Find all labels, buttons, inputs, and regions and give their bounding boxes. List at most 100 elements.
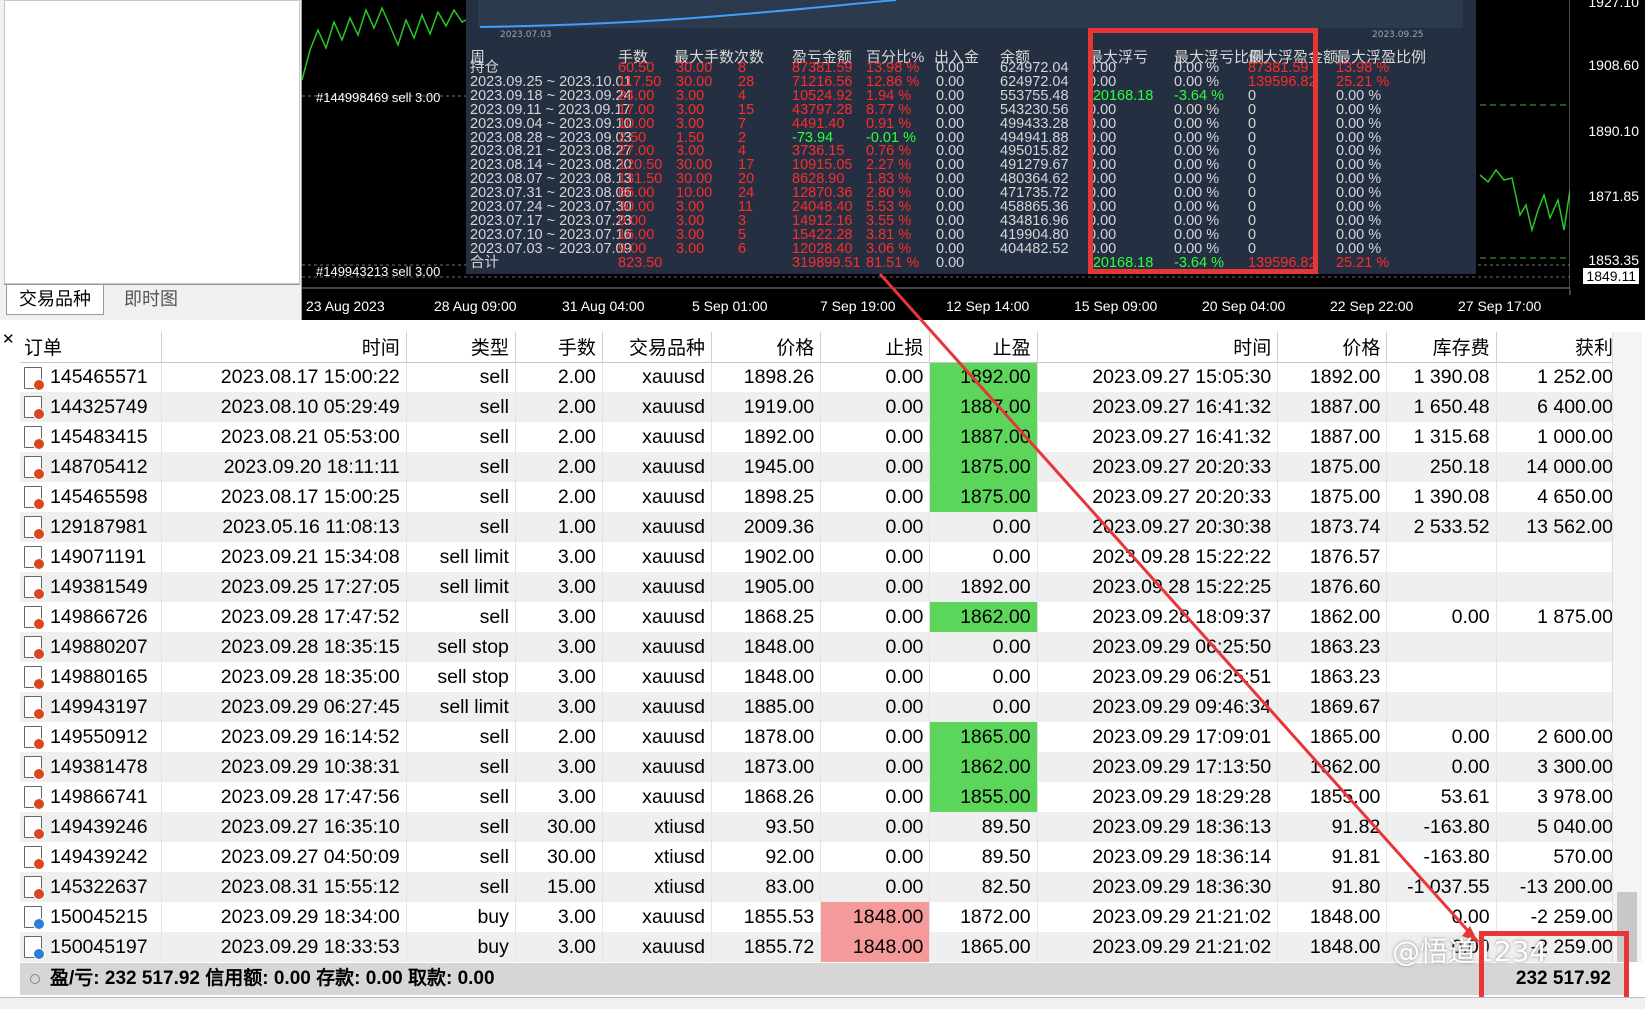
table-row[interactable]: 149381549 2023.09.25 17:27:05 sell limit 3.… [20, 572, 1621, 602]
table-row[interactable]: 150045215 2023.09.29 18:34:00 buy 3.00 xauus… [20, 902, 1621, 932]
col-close-price[interactable]: 价格 [1277, 332, 1388, 363]
order-icon [24, 396, 45, 421]
col-take-profit[interactable]: 止盈 [929, 332, 1038, 363]
order-number: 149381478 [50, 755, 148, 778]
table-row[interactable]: 149866726 2023.09.28 17:47:52 sell 3.00 xauu… [20, 602, 1621, 632]
table-row[interactable]: 129187981 2023.05.16 11:08:13 sell 1.00 xauu… [20, 512, 1621, 542]
type-cell: sell [406, 362, 516, 392]
date-label: 5 Sep 01:00 [692, 298, 768, 314]
table-row[interactable]: 145483415 2023.08.21 05:53:00 sell 2.00 xauu… [20, 422, 1621, 452]
stats-col-max-float-profit-pct: 13.98 % 25.21 % 0.00 % 0.00 % 0.00 % 0.00 % 0.… [1336, 61, 1389, 271]
lots-cell: 30.00 [515, 842, 603, 872]
col-symbol[interactable]: 交易品种 [602, 332, 713, 363]
open-price-cell: 1878.00 [711, 722, 822, 752]
symbol-cell: xtiusd [602, 812, 713, 842]
order-number: 150045197 [50, 935, 148, 958]
open-price-cell: 1855.72 [711, 932, 822, 962]
type-cell: sell [406, 722, 516, 752]
col-lots[interactable]: 手数 [515, 332, 603, 363]
order-number: 149550912 [50, 725, 148, 748]
lots-cell: 3.00 [515, 602, 603, 632]
table-row[interactable]: 148705412 2023.09.20 18:11:11 sell 2.00 xauu… [20, 452, 1621, 482]
symbol-cell: xauusd [602, 932, 713, 962]
table-row[interactable]: 150045197 2023.09.29 18:33:53 buy 3.00 xauus… [20, 932, 1621, 962]
swap-cell: 0.00 [1386, 722, 1497, 752]
open-time-cell: 2023.09.29 10:38:31 [161, 752, 407, 782]
lots-cell: 2.00 [515, 422, 603, 452]
table-row[interactable]: 149866741 2023.09.28 17:47:56 sell 3.00 xauu… [20, 782, 1621, 812]
stop-loss-cell: 0.00 [820, 512, 931, 542]
order-number: 148705412 [50, 455, 148, 478]
table-row[interactable]: 145322637 2023.08.31 15:55:12 sell 15.00 xti… [20, 872, 1621, 902]
table-row[interactable]: 145465598 2023.08.17 15:00:25 sell 2.00 xauu… [20, 482, 1621, 512]
open-price-cell: 93.50 [711, 812, 822, 842]
stats-col-week: 持仓 2023.09.25 ~ 2023.10.01 2023.09.18 ~ 20… [470, 61, 632, 271]
table-row[interactable]: 149880165 2023.09.28 18:35:00 sell stop 3.0… [20, 662, 1621, 692]
table-row[interactable]: 149943197 2023.09.29 06:27:45 sell limit 3.… [20, 692, 1621, 722]
tab-tick-chart[interactable]: 即时图 [112, 285, 190, 315]
table-row[interactable]: 149071191 2023.09.21 15:34:08 sell limit 3.… [20, 542, 1621, 572]
close-time-cell: 2023.09.29 06:25:50 [1037, 632, 1279, 662]
profit-cell: -2 259.00 [1496, 902, 1621, 932]
close-price-cell: 1873.74 [1277, 512, 1388, 542]
take-profit-cell: 0.00 [929, 662, 1038, 692]
open-price-cell: 1848.00 [711, 632, 822, 662]
inner-date-start: 2023.07.03 [500, 30, 552, 40]
close-icon[interactable]: ✕ [2, 330, 15, 348]
col-open-time[interactable]: 时间 [161, 332, 407, 363]
col-profit[interactable]: 获利 [1496, 332, 1621, 363]
profit-cell [1496, 632, 1621, 662]
stop-loss-cell: 0.00 [820, 572, 931, 602]
type-cell: sell [406, 842, 516, 872]
symbol-cell: xauusd [602, 482, 713, 512]
stop-loss-cell: 0.00 [820, 482, 931, 512]
table-row[interactable]: 149381478 2023.09.29 10:38:31 sell 3.00 xauu… [20, 752, 1621, 782]
col-order[interactable]: 订单 [20, 332, 163, 363]
tab-symbols[interactable]: 交易品种 [6, 285, 104, 315]
close-price-cell: 1887.00 [1277, 422, 1388, 452]
type-cell: sell [406, 812, 516, 842]
stop-loss-cell: 0.00 [820, 872, 931, 902]
order-cell: 149439246 [20, 812, 163, 842]
table-row[interactable]: 149439242 2023.09.27 04:50:09 sell 30.00 xti… [20, 842, 1621, 872]
table-row[interactable]: 149439246 2023.09.27 16:35:10 sell 30.00 xti… [20, 812, 1621, 842]
close-time-cell: 2023.09.29 21:21:02 [1037, 902, 1279, 932]
col-type[interactable]: 类型 [406, 332, 516, 363]
vertical-scrollbar[interactable] [1612, 332, 1642, 962]
order-cell: 150045215 [20, 902, 163, 932]
table-row[interactable]: 145465571 2023.08.17 15:00:22 sell 2.00 xauu… [20, 362, 1621, 392]
table-row[interactable]: 149880207 2023.09.28 18:35:15 sell stop 3.0… [20, 632, 1621, 662]
table-header-row: 订单 时间 类型 手数 交易品种 价格 止损 止盈 时间 价格 库存费 获利 [20, 332, 1621, 363]
col-stop-loss[interactable]: 止损 [820, 332, 931, 363]
order-cell: 149381549 [20, 572, 163, 602]
lots-cell: 30.00 [515, 812, 603, 842]
open-price-cell: 1873.00 [711, 752, 822, 782]
lots-cell: 2.00 [515, 392, 603, 422]
swap-cell: 1 650.48 [1386, 392, 1497, 422]
table-row[interactable]: 149550912 2023.09.29 16:14:52 sell 2.00 xauu… [20, 722, 1621, 752]
open-time-cell: 2023.09.28 18:35:15 [161, 632, 407, 662]
type-cell: sell [406, 482, 516, 512]
table-row[interactable]: 144325749 2023.08.10 05:29:49 sell 2.00 xauu… [20, 392, 1621, 422]
close-time-cell: 2023.09.27 20:30:38 [1037, 512, 1279, 542]
profit-cell [1496, 542, 1621, 572]
history-table: 订单 时间 类型 手数 交易品种 价格 止损 止盈 时间 价格 库存费 获利 1… [20, 332, 1621, 962]
col-open-price[interactable]: 价格 [711, 332, 822, 363]
date-label: 31 Aug 04:00 [562, 298, 645, 314]
lots-cell: 3.00 [515, 542, 603, 572]
open-time-cell: 2023.09.21 15:34:08 [161, 542, 407, 572]
col-swap[interactable]: 库存费 [1386, 332, 1497, 363]
swap-cell: 1 315.68 [1386, 422, 1497, 452]
order-cell: 149439242 [20, 842, 163, 872]
price-chart[interactable]: #144998469 sell 3.00 #149943213 sell 3.0… [302, 0, 1645, 320]
take-profit-cell: 82.50 [929, 872, 1038, 902]
order-number: 149381549 [50, 575, 148, 598]
take-profit-cell: 0.00 [929, 512, 1038, 542]
type-cell: sell stop [406, 632, 516, 662]
take-profit-cell: 0.00 [929, 692, 1038, 722]
profit-cell: 2 600.00 [1496, 722, 1621, 752]
date-label: 28 Aug 09:00 [434, 298, 517, 314]
col-close-time[interactable]: 时间 [1037, 332, 1279, 363]
order-icon [24, 426, 45, 451]
type-cell: sell [406, 602, 516, 632]
